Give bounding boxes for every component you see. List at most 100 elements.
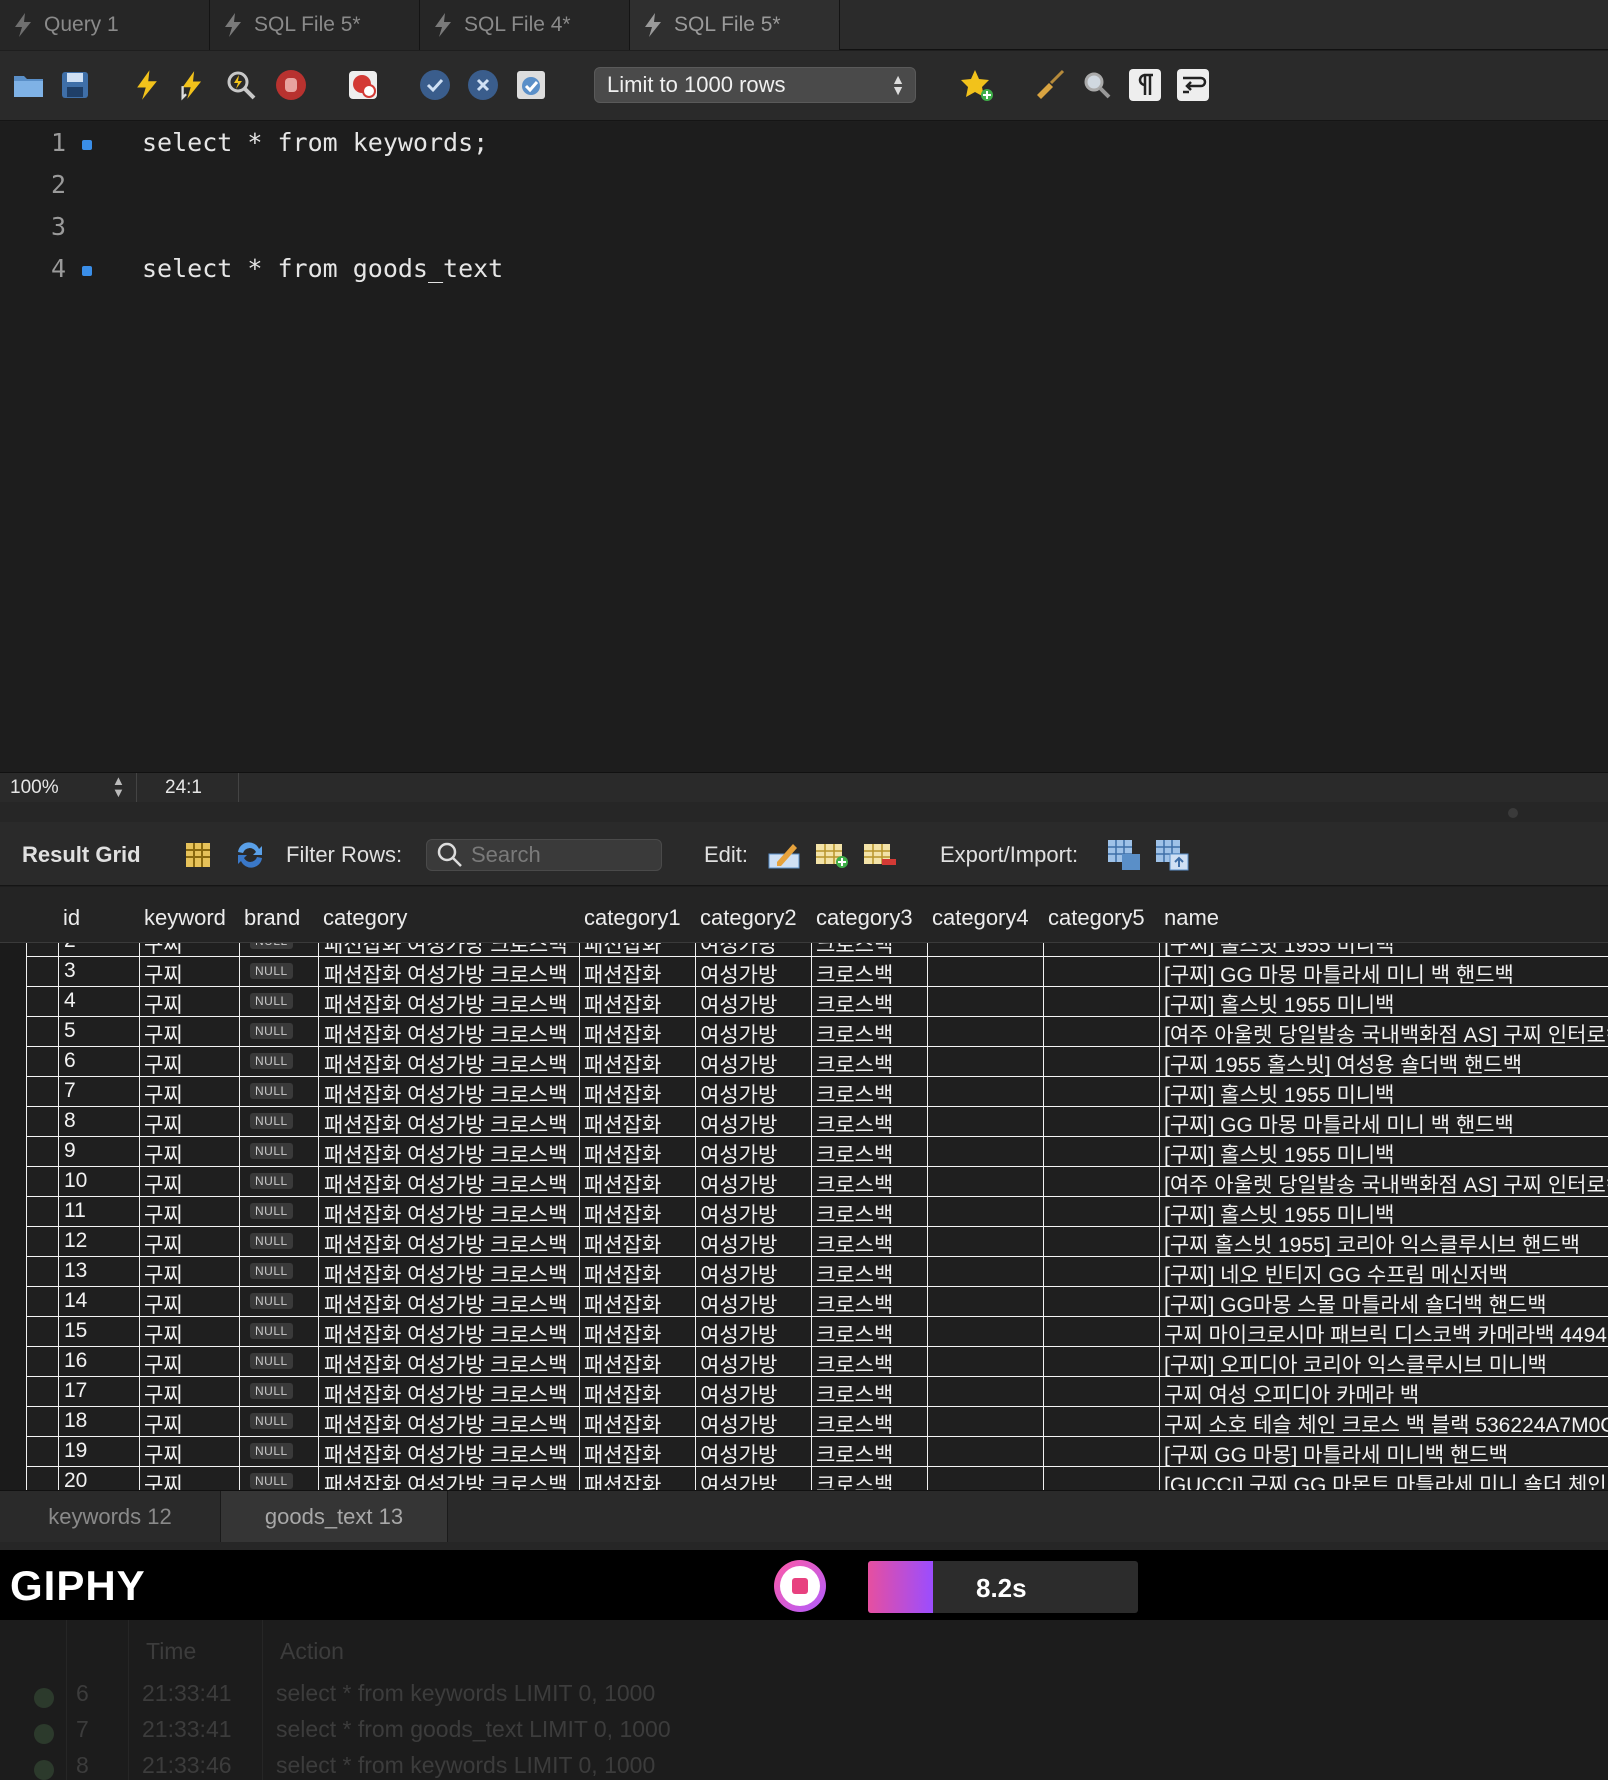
splitter-handle[interactable] (1508, 808, 1518, 818)
beautify-broom-icon[interactable] (1032, 68, 1066, 102)
cell-brand[interactable]: NULL (250, 957, 293, 981)
cell-category[interactable]: 패션잡화 여성가방 크로스백 (324, 1289, 568, 1319)
cell-name[interactable]: [여주 아울렛 당일발송 국내백화점 AS] 구찌 인터로킹 (1164, 1169, 1608, 1199)
table-row[interactable]: 6 구찌 NULL 패션잡화 여성가방 크로스백 패션잡화 여성가방 크로스백 [구찌 195… (0, 1047, 1608, 1077)
table-row[interactable]: 14 구찌 NULL 패션잡화 여성가방 크로스백 패션잡화 여성가방 크로스백 [구찌] G… (0, 1287, 1608, 1317)
open-folder-icon[interactable] (12, 68, 46, 102)
row-header[interactable] (0, 1437, 26, 1467)
cell-id[interactable]: 9 (64, 1139, 76, 1163)
cell-id[interactable]: 3 (64, 959, 76, 983)
cell-brand[interactable]: NULL (250, 1377, 293, 1401)
table-row[interactable]: 19 구찌 NULL 패션잡화 여성가방 크로스백 패션잡화 여성가방 크로스백 [구찌 GG… (0, 1437, 1608, 1467)
cell-id[interactable]: 8 (64, 1109, 76, 1133)
cell-id[interactable]: 19 (64, 1439, 87, 1463)
row-header[interactable] (0, 1467, 26, 1490)
table-row[interactable]: 5 구찌 NULL 패션잡화 여성가방 크로스백 패션잡화 여성가방 크로스백 [여주 아울렛… (0, 1017, 1608, 1047)
cell-name[interactable]: [구찌 1955 홀스빗] 여성용 숄더백 핸드백 (1164, 1049, 1522, 1079)
cell-category2[interactable]: 여성가방 (700, 1349, 777, 1379)
cell-name[interactable]: [구찌] 네오 빈티지 GG 수프림 메신저백 (1164, 1259, 1508, 1289)
table-row[interactable]: 13 구찌 NULL 패션잡화 여성가방 크로스백 패션잡화 여성가방 크로스백 [구찌] 네… (0, 1257, 1608, 1287)
cell-id[interactable]: 2 (64, 943, 76, 953)
cell-category1[interactable]: 패션잡화 (584, 1289, 661, 1319)
cell-brand[interactable]: NULL (250, 1467, 293, 1490)
cell-keyword[interactable]: 구찌 (144, 1109, 183, 1139)
cell-id[interactable]: 7 (64, 1079, 76, 1103)
invisible-chars-pilcrow-icon[interactable] (1128, 68, 1162, 102)
cell-category1[interactable]: 패션잡화 (584, 1139, 661, 1169)
column-header-category4[interactable]: category4 (932, 905, 1029, 931)
find-magnifier-icon[interactable] (1080, 68, 1114, 102)
cell-category1[interactable]: 패션잡화 (584, 1169, 661, 1199)
cell-category[interactable]: 패션잡화 여성가방 크로스백 (324, 989, 568, 1019)
cell-category3[interactable]: 크로스백 (816, 1469, 893, 1490)
cell-category1[interactable]: 패션잡화 (584, 1409, 661, 1439)
cell-category1[interactable]: 패션잡화 (584, 1079, 661, 1109)
cell-category1[interactable]: 패션잡화 (584, 1199, 661, 1229)
commit-icon[interactable] (418, 68, 452, 102)
cell-id[interactable]: 17 (64, 1379, 87, 1403)
cell-category[interactable]: 패션잡화 여성가방 크로스백 (324, 1109, 568, 1139)
table-row[interactable]: 17 구찌 NULL 패션잡화 여성가방 크로스백 패션잡화 여성가방 크로스백 구찌 여성 … (0, 1377, 1608, 1407)
column-header-category3[interactable]: category3 (816, 905, 913, 931)
execute-icon[interactable] (130, 68, 164, 102)
row-header[interactable] (0, 1197, 26, 1227)
cell-id[interactable]: 11 (64, 1199, 86, 1223)
cell-category3[interactable]: 크로스백 (816, 1109, 893, 1139)
execute-current-icon[interactable] (176, 68, 210, 102)
cell-category3[interactable]: 크로스백 (816, 1259, 893, 1289)
table-row[interactable]: 18 구찌 NULL 패션잡화 여성가방 크로스백 패션잡화 여성가방 크로스백 구찌 소호 … (0, 1407, 1608, 1437)
code-text[interactable]: select * from goods_text (142, 254, 503, 283)
cell-category1[interactable]: 패션잡화 (584, 1259, 661, 1289)
cell-category[interactable]: 패션잡화 여성가방 크로스백 (324, 1199, 568, 1229)
cell-category3[interactable]: 크로스백 (816, 1349, 893, 1379)
column-header-category1[interactable]: category1 (584, 905, 681, 931)
cell-category3[interactable]: 크로스백 (816, 959, 893, 989)
stop-on-error-icon[interactable] (346, 68, 380, 102)
explain-icon[interactable] (224, 68, 258, 102)
sql-editor[interactable]: 1 select * from keywords; 2 3 4 select *… (0, 122, 1608, 772)
cell-category2[interactable]: 여성가방 (700, 1079, 777, 1109)
cell-category3[interactable]: 크로스백 (816, 1289, 893, 1319)
table-row-partial[interactable]: 2구찌NULL패션잡화 여성가방 크로스백패션잡화여성가방크로스백[구찌] 홀스… (0, 943, 1608, 957)
cell-category2[interactable]: 여성가방 (700, 1199, 777, 1229)
cell-brand[interactable]: NULL (250, 1437, 293, 1461)
row-header[interactable] (0, 1017, 26, 1047)
row-header[interactable] (0, 987, 26, 1017)
code-text[interactable]: select * from keywords; (142, 128, 488, 157)
add-snippet-star-icon[interactable] (960, 68, 994, 102)
cell-keyword[interactable]: 구찌 (144, 1409, 183, 1439)
cell-id[interactable]: 18 (64, 1409, 87, 1433)
cell-category3[interactable]: 크로스백 (816, 1049, 893, 1079)
edit-row-icon[interactable] (766, 837, 802, 873)
cell-category[interactable]: 패션잡화 여성가방 크로스백 (324, 1049, 568, 1079)
cell-category[interactable]: 패션잡화 여성가방 크로스백 (324, 1229, 568, 1259)
cell-category2[interactable]: 여성가방 (700, 1109, 777, 1139)
cell-category3[interactable]: 크로스백 (816, 1079, 893, 1109)
cell-category2[interactable]: 여성가방 (700, 1049, 777, 1079)
stop-icon[interactable] (274, 68, 308, 102)
cell-keyword[interactable]: 구찌 (144, 1469, 183, 1490)
cell-keyword[interactable]: 구찌 (144, 1169, 183, 1199)
cell-brand[interactable]: NULL (250, 1137, 293, 1161)
cell-id[interactable]: 4 (64, 989, 76, 1013)
cell-id[interactable]: 10 (64, 1169, 87, 1193)
cell-name[interactable]: [구찌 홀스빗 1955] 코리아 익스클루시브 핸드백 (1164, 1229, 1580, 1259)
cell-category[interactable]: 패션잡화 여성가방 크로스백 (324, 1319, 568, 1349)
cell-category[interactable]: 패션잡화 여성가방 크로스백 (324, 1019, 568, 1049)
cell-name[interactable]: [여주 아울렛 당일발송 국내백화점 AS] 구찌 인터로킹 (1164, 1019, 1608, 1049)
cell-keyword[interactable]: 구찌 (144, 1139, 183, 1169)
cell-id[interactable]: 12 (64, 1229, 87, 1253)
result-tab-goods-text[interactable]: goods_text 13 (221, 1491, 448, 1543)
cell-name[interactable]: [GUCCI] 구찌 GG 마몬트 마틀라세 미니 숄더 체인 (1164, 1469, 1607, 1490)
cell-keyword[interactable]: 구찌 (144, 1319, 183, 1349)
cell-name[interactable]: [구찌] GG 마몽 마틀라세 미니 백 핸드백 (1164, 1109, 1514, 1139)
cell-category[interactable]: 패션잡화 여성가방 크로스백 (324, 1379, 568, 1409)
import-icon[interactable] (1154, 837, 1190, 873)
row-header[interactable] (0, 957, 26, 987)
cell-brand[interactable]: NULL (250, 1017, 293, 1041)
output-row[interactable]: 6 21:33:41 select * from keywords LIMIT … (0, 1676, 1608, 1712)
cell-name[interactable]: [구찌] 홀스빗 1955 미니백 (1164, 989, 1394, 1019)
cell-brand[interactable]: NULL (250, 1167, 293, 1191)
zoom-stepper-icon[interactable]: ▲ ▼ (112, 774, 125, 799)
result-tab-keywords[interactable]: keywords 12 (0, 1491, 221, 1543)
